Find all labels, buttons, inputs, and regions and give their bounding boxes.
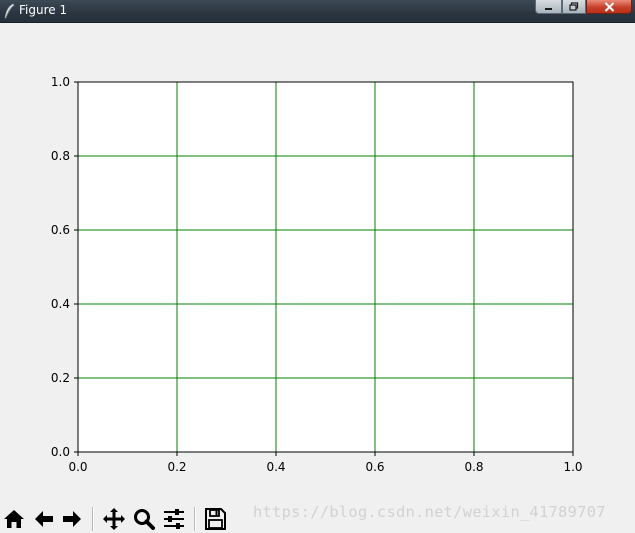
plot-area[interactable] [78, 82, 573, 452]
y-tick-label: 1.0 [51, 75, 70, 89]
x-tick-label: 0.4 [266, 460, 285, 474]
y-tick-label: 0.6 [51, 223, 70, 237]
forward-button[interactable] [58, 505, 86, 533]
save-button[interactable] [201, 505, 229, 533]
y-tick-label: 0.2 [51, 371, 70, 385]
x-tick-label: 0.6 [365, 460, 384, 474]
watermark-text: https://blog.csdn.net/weixin_41789707 [253, 503, 606, 521]
zoom-button[interactable] [130, 505, 158, 533]
home-icon [4, 510, 24, 528]
sliders-icon [164, 509, 184, 529]
x-tick-label: 0.8 [464, 460, 483, 474]
arrow-right-icon [63, 511, 81, 527]
x-tick-label: 0.2 [167, 460, 186, 474]
pan-button[interactable] [100, 505, 128, 533]
x-tick-label: 1.0 [563, 460, 582, 474]
figure-canvas[interactable]: 0.0 0.2 0.4 0.6 0.8 1.0 0.0 0.2 0.4 0.6 0.8 1.0 [0, 0, 635, 505]
y-tick-label: 0.8 [51, 149, 70, 163]
back-button[interactable] [30, 505, 58, 533]
move-icon [103, 508, 125, 530]
magnifier-icon [134, 509, 155, 530]
home-button[interactable] [0, 505, 28, 533]
toolbar-separator [92, 507, 94, 531]
floppy-disk-icon [205, 508, 226, 530]
arrow-left-icon [35, 511, 53, 527]
configure-subplots-button[interactable] [160, 505, 188, 533]
x-tick-label: 0.0 [68, 460, 87, 474]
y-tick-label: 0.0 [51, 445, 70, 459]
toolbar-separator [194, 507, 196, 531]
y-tick-label: 0.4 [51, 297, 70, 311]
